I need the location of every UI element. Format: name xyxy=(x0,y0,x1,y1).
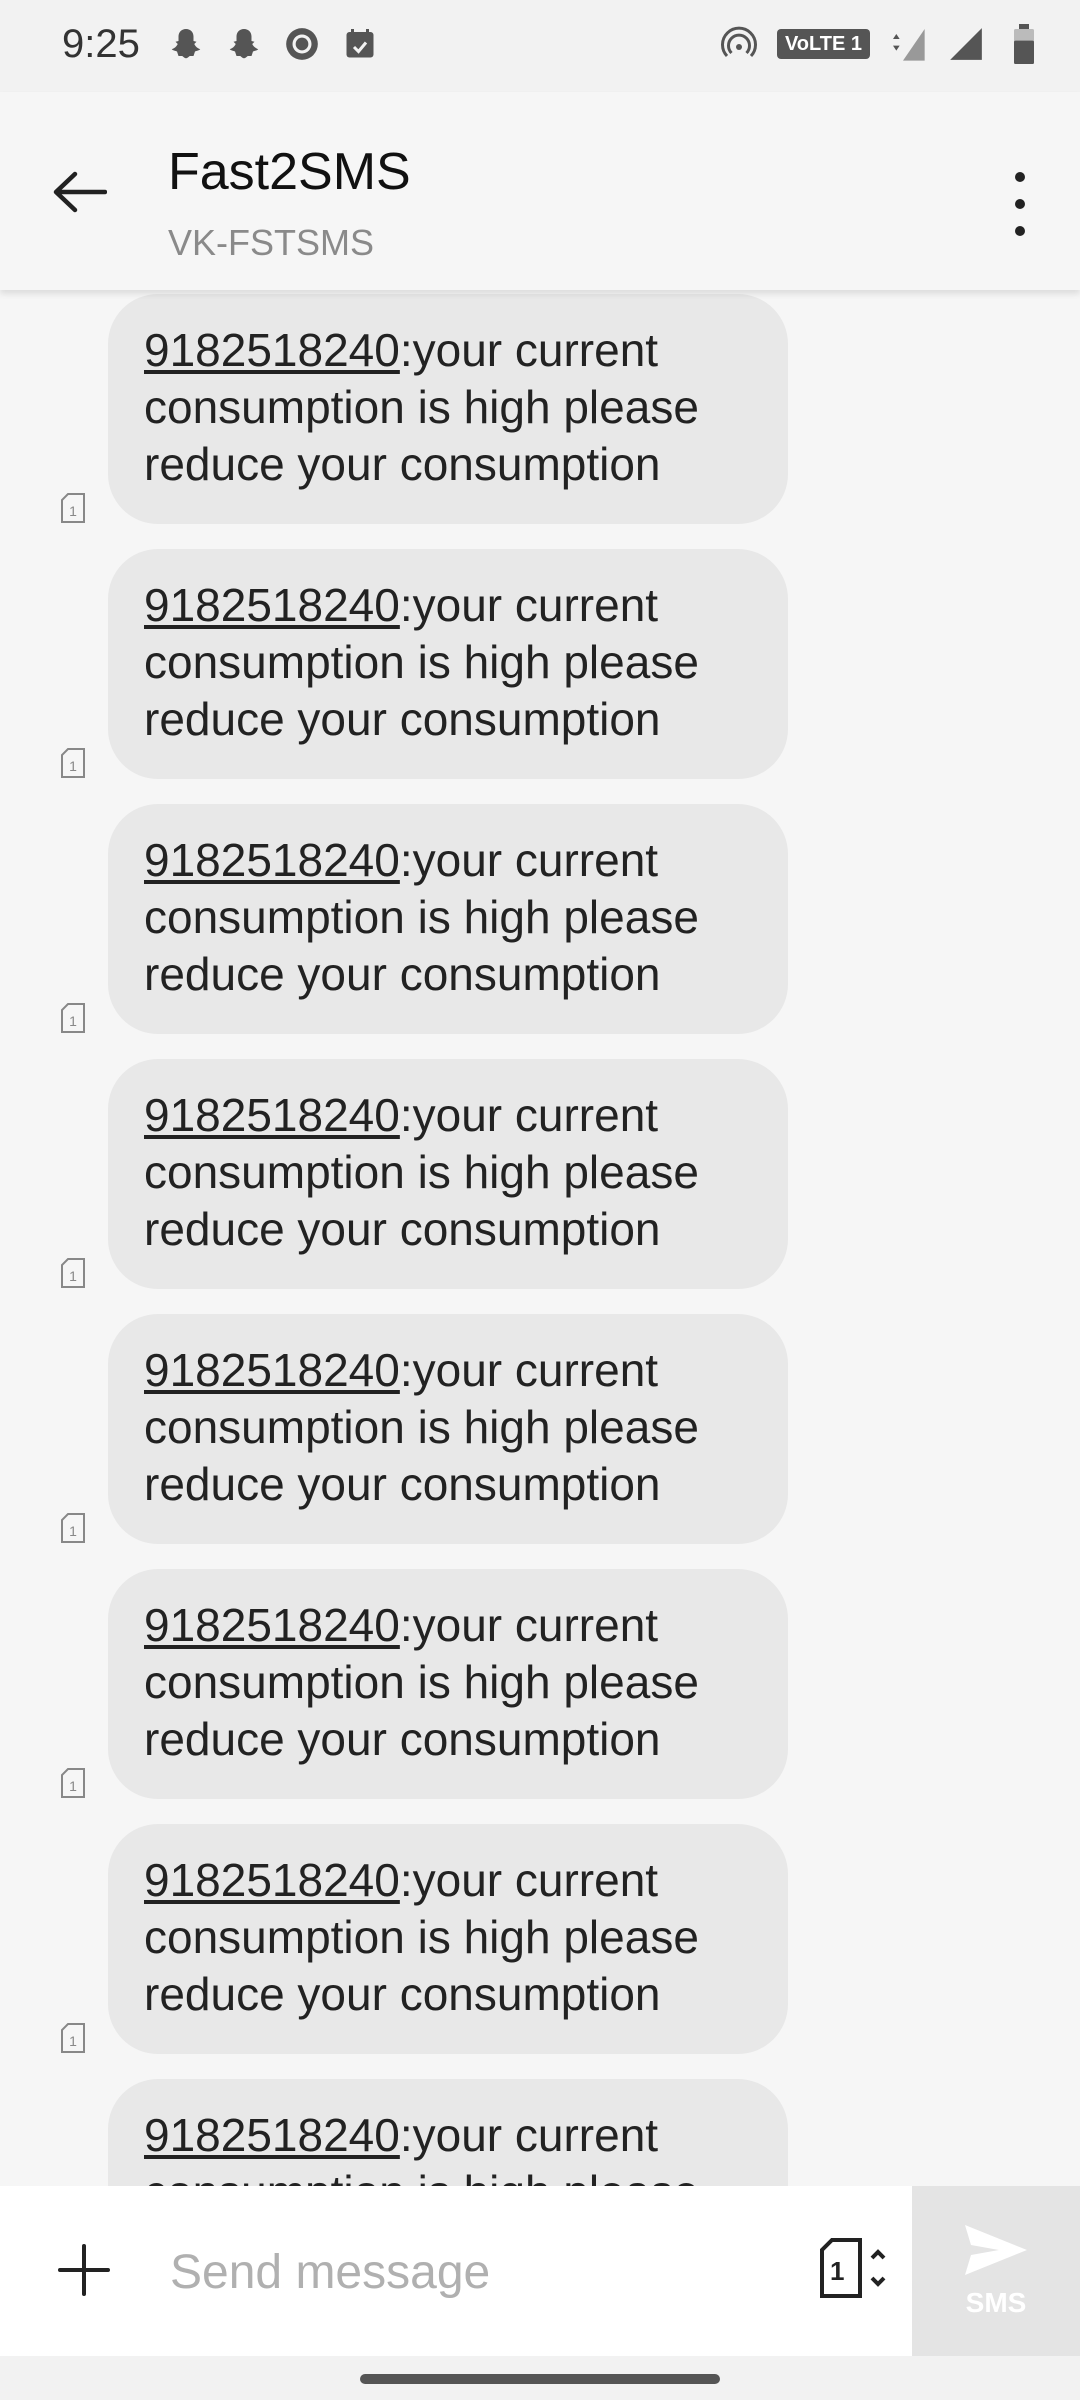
sim-number: 1 xyxy=(830,2256,845,2286)
phone-number-link[interactable]: 9182518240 xyxy=(144,1344,400,1396)
message-item[interactable]: 9182518240:your current consumption is h… xyxy=(0,804,1080,1034)
message-item[interactable]: 9182518240:your current consumption is h… xyxy=(0,2079,1080,2186)
send-icon xyxy=(965,2225,1027,2275)
svg-text:1: 1 xyxy=(69,1778,77,1794)
more-options-button[interactable] xyxy=(1000,172,1040,236)
message-bubble[interactable]: 9182518240:your current consumption is h… xyxy=(108,1569,788,1799)
message-input[interactable] xyxy=(168,2226,792,2318)
phone-number-link[interactable]: 9182518240 xyxy=(144,324,400,376)
sim-selector-button[interactable]: 1 xyxy=(812,2228,892,2308)
hotspot-icon xyxy=(719,24,759,64)
message-bubble[interactable]: 9182518240:your current consumption is h… xyxy=(108,549,788,779)
svg-text:1: 1 xyxy=(69,2033,77,2049)
conversation-header: Fast2SMS VK-FSTSMS xyxy=(0,92,1080,290)
battery-icon xyxy=(1004,24,1044,64)
home-gesture-handle[interactable] xyxy=(360,2374,720,2384)
message-bubble[interactable]: 9182518240:your current consumption is h… xyxy=(108,1824,788,2054)
svg-text:1: 1 xyxy=(69,1268,77,1284)
sender-id: VK-FSTSMS xyxy=(168,222,375,263)
sim-card-icon: 1 xyxy=(61,493,85,523)
phone-number-link[interactable]: 9182518240 xyxy=(144,579,400,631)
sim-card-icon: 1 xyxy=(61,1258,85,1288)
circle-app-icon xyxy=(282,24,322,64)
svg-text:1: 1 xyxy=(69,503,77,519)
message-bubble[interactable]: 9182518240:your current consumption is h… xyxy=(108,294,788,524)
message-item[interactable]: 9182518240:your current consumption is h… xyxy=(0,549,1080,779)
phone-number-link[interactable]: 9182518240 xyxy=(144,1854,400,1906)
conversation-title: Fast2SMS xyxy=(168,143,411,201)
volte-badge: VoLTE 1 xyxy=(776,29,870,59)
message-item[interactable]: 9182518240:your current consumption is h… xyxy=(0,1569,1080,1799)
sim-card-icon: 1 xyxy=(61,1768,85,1798)
svg-text:1: 1 xyxy=(69,1013,77,1029)
message-item[interactable]: 9182518240:your current consumption is h… xyxy=(0,1059,1080,1289)
sim-card-icon: 1 xyxy=(61,2023,85,2053)
arrow-left-icon xyxy=(53,171,107,213)
signal-icon xyxy=(946,24,986,64)
message-item[interactable]: 9182518240:your current consumption is h… xyxy=(0,1314,1080,1544)
send-button[interactable]: SMS xyxy=(912,2186,1080,2356)
message-composer: 1 SMS xyxy=(0,2186,1080,2356)
message-bubble[interactable]: 9182518240:your current consumption is h… xyxy=(108,1059,788,1289)
message-item[interactable]: 9182518240:your current consumption is h… xyxy=(0,1824,1080,2054)
sim-card-icon: 1 xyxy=(61,1513,85,1543)
notification-icons xyxy=(166,24,380,64)
back-button[interactable] xyxy=(44,162,114,222)
svg-text:1: 1 xyxy=(69,1523,77,1539)
more-vert-icon xyxy=(1015,172,1025,182)
network-type-icon xyxy=(888,24,928,64)
phone-number-link[interactable]: 9182518240 xyxy=(144,1089,400,1141)
navigation-bar xyxy=(0,2356,1080,2400)
message-bubble[interactable]: 9182518240:your current consumption is h… xyxy=(108,2079,788,2186)
plus-icon xyxy=(58,2244,110,2296)
sim-card-icon: 1 xyxy=(61,748,85,778)
status-bar: 9:25 VoLTE 1 xyxy=(0,0,1080,92)
snapchat-icon xyxy=(224,24,264,64)
phone-number-link[interactable]: 9182518240 xyxy=(144,2109,400,2161)
snapchat-icon xyxy=(166,24,206,64)
system-icons: VoLTE 1 xyxy=(719,24,1044,64)
message-item[interactable]: 9182518240:your current consumption is h… xyxy=(0,294,1080,524)
message-bubble[interactable]: 9182518240:your current consumption is h… xyxy=(108,804,788,1034)
phone-number-link[interactable]: 9182518240 xyxy=(144,1599,400,1651)
send-label: SMS xyxy=(965,2287,1027,2318)
svg-text:1: 1 xyxy=(69,758,77,774)
status-time: 9:25 xyxy=(62,22,140,66)
message-list[interactable]: 9182518240:your current consumption is h… xyxy=(0,290,1080,2186)
sim-card-icon: 1 xyxy=(61,1003,85,1033)
message-bubble[interactable]: 9182518240:your current consumption is h… xyxy=(108,1314,788,1544)
attach-button[interactable] xyxy=(54,2240,114,2300)
sim-card-icon xyxy=(820,2238,886,2298)
calendar-icon xyxy=(340,24,380,64)
phone-number-link[interactable]: 9182518240 xyxy=(144,834,400,886)
